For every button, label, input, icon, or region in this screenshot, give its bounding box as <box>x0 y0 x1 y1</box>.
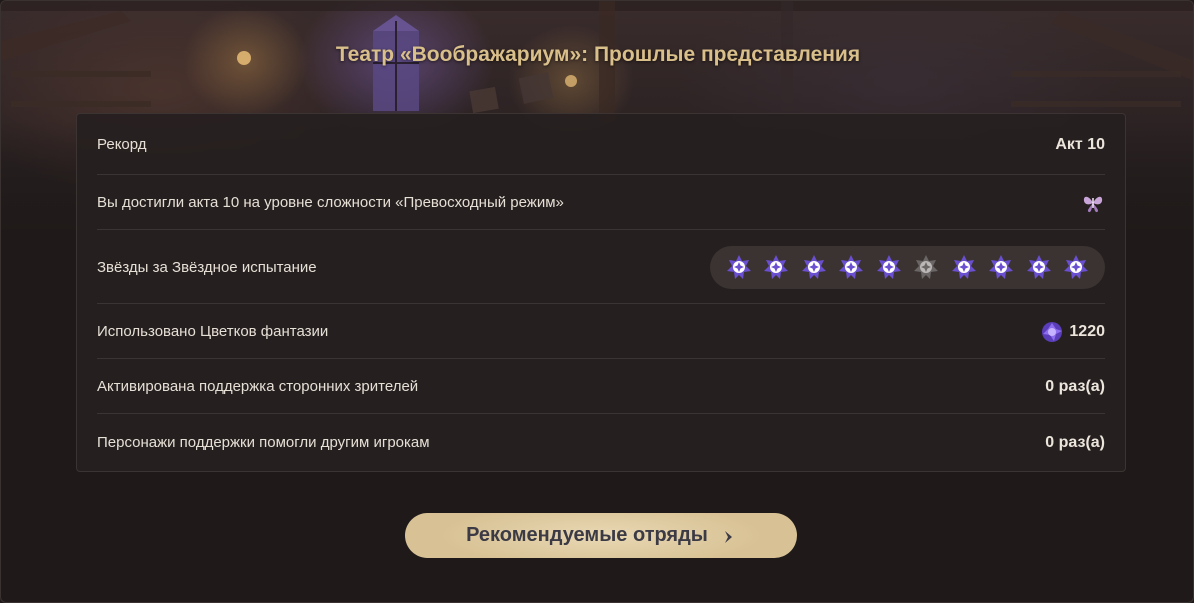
page-title: Театр «Воображариум»: Прошлые представле… <box>335 43 861 66</box>
button-label: Рекомендуемые отряды <box>466 524 708 546</box>
stat-label: Вы достигли акта 10 на уровне сложности … <box>97 194 564 211</box>
stat-row-difficulty: Вы достигли акта 10 на уровне сложности … <box>97 175 1105 230</box>
stat-label: Персонажи поддержки помогли другим игрок… <box>97 434 430 451</box>
star-earned-icon <box>726 254 752 280</box>
stat-row-spectators: Активирована поддержка сторонних зрителе… <box>97 359 1105 414</box>
stat-value: 1220 <box>1069 322 1105 340</box>
star-earned-icon <box>951 254 977 280</box>
butterfly-mode-icon <box>1081 191 1105 215</box>
stat-row-flowers: Использовано Цветков фантазии 1220 <box>97 304 1105 359</box>
star-earned-icon <box>838 254 864 280</box>
stats-panel: Рекорд Акт 10 Вы достигли акта 10 на уро… <box>76 113 1126 472</box>
star-earned-icon <box>1026 254 1052 280</box>
stat-label: Активирована поддержка сторонних зрителе… <box>97 378 419 395</box>
stat-label: Использовано Цветков фантазии <box>97 323 329 340</box>
fantasia-flower-icon <box>1039 319 1065 345</box>
theater-history-window: Театр «Воображариум»: Прошлые представле… <box>0 0 1194 603</box>
star-challenge-stars <box>710 245 1105 289</box>
star-earned-icon <box>876 254 902 280</box>
stat-value-wrap: 1220 <box>1039 319 1105 345</box>
stat-label: Звёзды за Звёздное испытание <box>97 258 317 276</box>
star-missed-icon <box>913 254 939 280</box>
stat-row-record: Рекорд Акт 10 <box>97 114 1105 175</box>
chevron-right-icon <box>720 528 736 544</box>
star-earned-icon <box>1063 254 1089 280</box>
stat-row-support: Персонажи поддержки помогли другим игрок… <box>97 414 1105 471</box>
stat-row-stars: Звёзды за Звёздное испытание <box>97 230 1105 304</box>
stat-value: 0 раз(а) <box>1045 433 1105 451</box>
star-earned-icon <box>763 254 789 280</box>
stat-value: 0 раз(а) <box>1045 377 1105 395</box>
stat-label: Рекорд <box>97 136 147 153</box>
star-earned-icon <box>801 254 827 280</box>
recommended-teams-button[interactable]: Рекомендуемые отряды <box>405 513 797 558</box>
stat-value: Акт 10 <box>1055 135 1105 153</box>
star-earned-icon <box>988 254 1014 280</box>
